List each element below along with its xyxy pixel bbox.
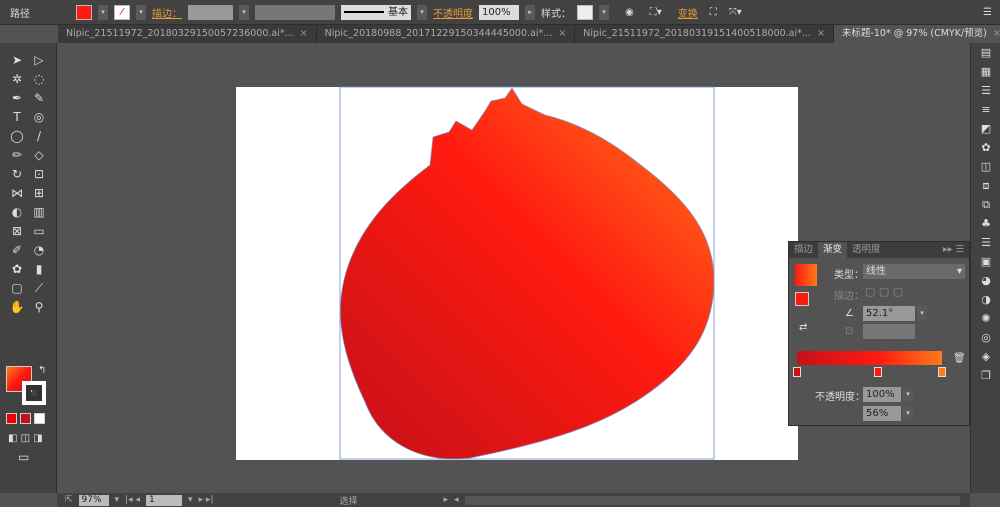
aspect-ratio-field[interactable] <box>863 324 915 339</box>
layers-list-icon[interactable]: ☰ <box>971 81 1000 100</box>
angle-icon: ∠ <box>845 308 854 319</box>
stop-location-field[interactable]: 56% <box>863 406 901 421</box>
stop-opacity-label: 不透明度： <box>815 392 865 403</box>
angle-dropdown[interactable]: ▾ <box>917 306 927 321</box>
appearance-icon[interactable]: ▣ <box>971 252 1000 271</box>
stroke-gradient-label: 描边： <box>834 291 864 302</box>
tab-gradient[interactable]: 渐变 <box>818 242 848 258</box>
gradient-slider[interactable] <box>797 351 942 365</box>
fill-stroke-swatch[interactable] <box>795 292 809 306</box>
next-artboard-icon[interactable]: ▸ ▸| <box>199 495 214 505</box>
type-label: 类型： <box>834 270 864 281</box>
artboards-icon[interactable]: ♣ <box>971 214 1000 233</box>
prev-artboard-icon[interactable]: |◂ ◂ <box>125 495 140 505</box>
scroll-left-icon[interactable]: ◂ <box>454 495 459 505</box>
strawberry-shape[interactable] <box>340 87 715 460</box>
tab-transparency[interactable]: 透明度 <box>847 242 886 258</box>
artboard-nav-icon[interactable]: ⇱ <box>65 495 73 505</box>
horizontal-scrollbar[interactable] <box>464 495 960 505</box>
color-icon[interactable]: ▤ <box>971 43 1000 62</box>
color-stop[interactable] <box>793 367 801 377</box>
color-stop[interactable] <box>938 367 946 377</box>
status-mode: 选择 <box>339 496 358 507</box>
artboards-stack-icon[interactable]: ❐ <box>971 366 1000 385</box>
pathfinder-icon[interactable]: ✿ <box>971 138 1000 157</box>
transparency-icon[interactable]: ✺ <box>971 309 1000 328</box>
type-select[interactable]: 线性 ▾ <box>863 264 965 279</box>
status-menu-icon[interactable]: ▸ <box>444 495 449 505</box>
reverse-gradient-icon[interactable]: ⇄ <box>799 322 807 333</box>
stop-opacity-dropdown[interactable]: ▾ <box>903 387 913 402</box>
zoom-dropdown[interactable]: ▾ <box>115 495 120 505</box>
status-bar: ⇱ 97% ▾ |◂ ◂ 1 ▾ ▸ ▸| 选择 ▸ ◂ <box>57 493 970 507</box>
stop-location-dropdown[interactable]: ▾ <box>903 406 913 421</box>
layers-icon[interactable]: ◈ <box>971 347 1000 366</box>
tab-stroke[interactable]: 描边 <box>789 242 818 258</box>
panel-dock: ▤ ▦ ☰ ≡ ◩ ✿ ◫ ⧈ ⧉ ♣ ☰ ▣ ◕ ◑ ✺ ◎ ◈ ❐ <box>970 43 1000 493</box>
gradient-panel: 描边 渐变 透明度 ▸▸ ☰ ⇄ 类型： 线性 ▾ 描边： ▢ ▢ ▢ ∠ 52.… <box>788 241 970 426</box>
color-stop[interactable] <box>874 367 883 377</box>
aspect-ratio-icon: ⊡ <box>845 326 854 337</box>
zoom-field[interactable]: 97% <box>78 494 109 506</box>
transform-icon[interactable]: ◩ <box>971 119 1000 138</box>
color-guide-icon[interactable]: ▦ <box>971 62 1000 81</box>
stroke-gradient-options-icon[interactable]: ▢ ▢ ▢ <box>865 285 903 298</box>
artboard-number-field[interactable]: 1 <box>146 494 183 506</box>
links-icon[interactable]: ☰ <box>971 233 1000 252</box>
align-icon[interactable]: ≡ <box>971 100 1000 119</box>
stroke-icon[interactable]: ◕ <box>971 271 1000 290</box>
gradient-preview-swatch[interactable] <box>795 264 817 286</box>
sun-icon[interactable]: ◎ <box>971 328 1000 347</box>
graphic-styles-icon[interactable]: ⧉ <box>971 195 1000 214</box>
type-value: 线性 <box>866 266 886 277</box>
artboard-dropdown[interactable]: ▾ <box>188 495 193 505</box>
brushes-icon[interactable]: ◫ <box>971 157 1000 176</box>
angle-field[interactable]: 52.1° <box>863 306 915 321</box>
gradient-icon[interactable]: ◑ <box>971 290 1000 309</box>
symbols-icon[interactable]: ⧈ <box>971 176 1000 195</box>
delete-stop-icon[interactable]: 🗑 <box>953 353 966 364</box>
panel-menu-icon[interactable]: ▸▸ ☰ <box>938 242 969 258</box>
stop-opacity-field[interactable]: 100% <box>863 387 901 402</box>
